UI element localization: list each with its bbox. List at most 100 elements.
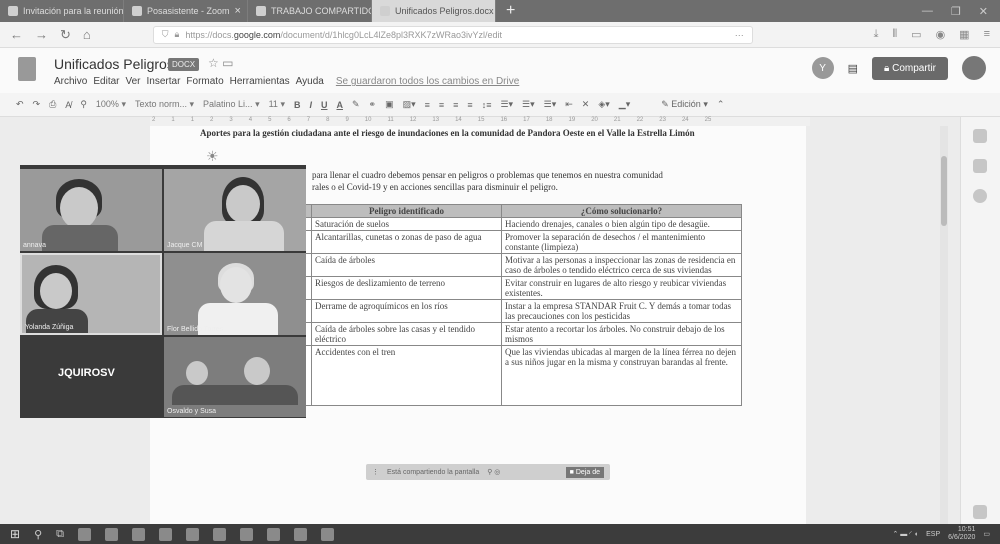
align-justify-icon[interactable]: ≡ — [467, 100, 472, 110]
app-icon[interactable] — [131, 527, 145, 541]
table-cell[interactable]: Caída de árboles — [311, 253, 502, 277]
browser-tab-drive[interactable]: TRABAJO COMPARTIDO TALLE…× — [248, 0, 372, 22]
download-icon[interactable]: ⤓ — [874, 28, 879, 41]
align-left-icon[interactable]: ≡ — [425, 100, 430, 110]
video-tile[interactable]: Jacque CM — [164, 169, 306, 251]
underline-icon[interactable]: U — [321, 100, 328, 110]
menu-formato[interactable]: Formato — [186, 76, 223, 87]
calendar-icon[interactable] — [973, 129, 987, 143]
table-cell[interactable]: Que las viviendas ubicadas al margen de … — [501, 345, 742, 406]
table-cell[interactable]: Accidentes con el tren — [311, 345, 502, 406]
notification-icon[interactable]: ▭ — [983, 530, 990, 538]
stop-share-button[interactable]: ■ Deja de — [565, 466, 604, 478]
fill-color-icon[interactable]: ◈▾ — [598, 99, 609, 110]
document-title[interactable]: Unificados Peligros — [54, 56, 174, 72]
table-cell[interactable]: Motivar a las personas a inspeccionar la… — [501, 253, 742, 277]
print-icon[interactable]: ⎙ — [49, 99, 56, 110]
app-icon[interactable] — [212, 527, 226, 541]
video-tile[interactable]: Osvaldo y Susa — [164, 337, 306, 417]
menu-archivo[interactable]: Archivo — [54, 76, 87, 87]
language-indicator[interactable]: ESP — [926, 531, 940, 538]
style-select[interactable]: Texto norm... ▾ — [135, 99, 194, 110]
new-tab-button[interactable]: + — [496, 2, 525, 20]
table-cell[interactable]: Estar atento a recortar los árboles. No … — [501, 322, 742, 346]
network-icon[interactable]: ⌃ ▬ ◜ ◖ — [892, 530, 918, 538]
text-color-icon[interactable]: A — [336, 100, 343, 110]
comment-add-icon[interactable]: ▣ — [385, 99, 394, 110]
saved-status[interactable]: Se guardaron todos los cambios en Drive — [336, 76, 519, 87]
menu-ayuda[interactable]: Ayuda — [296, 76, 324, 87]
account-avatar[interactable] — [962, 56, 986, 80]
address-bar[interactable]: ⛉ 🔒︎ https://docs.google.com/document/d/… — [152, 25, 753, 44]
align-center-icon[interactable]: ≡ — [439, 100, 444, 110]
video-tile-self[interactable]: JQUIROSV — [20, 337, 162, 417]
numbered-list-icon[interactable]: ☰▾ — [544, 99, 557, 110]
browser-tab-zoom[interactable]: Posasistente - Zoom × — [124, 0, 248, 22]
sidebar-icon[interactable]: ▭ — [911, 28, 921, 41]
clock[interactable]: 10:51 6/6/2020 — [948, 526, 975, 542]
table-cell[interactable]: Saturación de suelos — [311, 217, 502, 231]
italic-icon[interactable]: I — [309, 100, 312, 110]
app-icon[interactable] — [104, 527, 118, 541]
mic-icon[interactable]: ⚲ ◎ — [487, 468, 500, 476]
forward-icon[interactable]: → — [35, 27, 48, 42]
home-icon[interactable]: ⌂ — [83, 27, 91, 42]
close-window-icon[interactable]: ✕ — [979, 5, 988, 18]
link-icon[interactable]: ⚭ — [369, 99, 377, 110]
drag-handle-icon[interactable]: ⋮ — [372, 468, 379, 476]
indent-icon[interactable]: ⇤ — [565, 99, 573, 110]
zoom-select[interactable]: 100% ▾ — [96, 99, 126, 110]
reload-icon[interactable]: ↻ — [60, 27, 71, 43]
docs-logo-icon[interactable] — [18, 57, 36, 81]
redo-icon[interactable]: ↷ — [33, 99, 41, 110]
explore-icon[interactable] — [973, 505, 987, 519]
collapse-icon[interactable]: ⌃ — [717, 99, 725, 110]
star-icon[interactable]: ☆ ▭ — [208, 56, 233, 70]
app-icon[interactable] — [158, 527, 172, 541]
keep-icon[interactable] — [973, 159, 987, 173]
windows-start-icon[interactable]: ⊞ — [10, 527, 20, 541]
task-view-icon[interactable]: ⧉ — [56, 528, 64, 541]
video-tile[interactable]: Flor Bellido Torres — [164, 253, 306, 335]
search-icon[interactable]: ⚲ — [34, 528, 42, 541]
align-right-icon[interactable]: ≡ — [453, 100, 458, 110]
share-button[interactable]: 🔒︎ Compartir — [871, 56, 948, 80]
checklist-icon[interactable]: ☰▾ — [500, 99, 513, 110]
menu-icon[interactable]: ≡ — [984, 28, 990, 41]
table-cell[interactable]: Derrame de agroquímicos en los ríos — [311, 299, 502, 323]
menu-editar[interactable]: Editar — [93, 76, 119, 87]
app-icon[interactable] — [185, 527, 199, 541]
app-icon[interactable] — [293, 527, 307, 541]
back-icon[interactable]: ← — [10, 27, 23, 42]
table-cell[interactable]: Alcantarillas, cunetas o zonas de paso d… — [311, 230, 502, 254]
table-cell[interactable]: Caída de árboles sobre las casas y el te… — [311, 322, 502, 346]
menu-insertar[interactable]: Insertar — [147, 76, 181, 87]
browser-tab-invitation[interactable]: Invitación para la reunión de …× — [0, 0, 124, 22]
table-cell[interactable]: Haciendo drenajes, canales o bien algún … — [501, 217, 742, 231]
table-cell[interactable]: Instar a la empresa STANDAR Fruit C. Y d… — [501, 299, 742, 323]
font-size-select[interactable]: 11 ▾ — [269, 99, 285, 110]
scrollbar-thumb[interactable] — [941, 156, 947, 226]
spellcheck-icon[interactable]: A̸ — [65, 100, 71, 110]
maximize-icon[interactable]: ❐ — [951, 5, 961, 18]
library-icon[interactable]: ⫴ — [893, 28, 898, 41]
page-actions-icon[interactable]: ··· — [735, 30, 744, 40]
image-icon[interactable]: ▨▾ — [403, 99, 416, 110]
line-spacing-icon[interactable]: ↕≡ — [482, 100, 492, 110]
menu-herramientas[interactable]: Herramientas — [230, 76, 290, 87]
account-icon[interactable]: ◉ — [936, 28, 946, 41]
extension-icon[interactable]: ▦ — [959, 28, 969, 41]
clear-format-icon[interactable]: ✕ — [582, 99, 590, 110]
font-select[interactable]: Palatino Li... ▾ — [203, 99, 260, 110]
browser-tab-docs[interactable]: Unificados Peligros.docx - Doc…× — [372, 0, 496, 22]
bulleted-list-icon[interactable]: ☰▾ — [522, 99, 535, 110]
app-icon[interactable] — [239, 527, 253, 541]
paint-format-icon[interactable]: ⚲ — [80, 99, 87, 110]
highlight-icon[interactable]: ✎ — [352, 99, 360, 110]
undo-icon[interactable]: ↶ — [16, 99, 24, 110]
user-avatar-y[interactable]: Y — [811, 57, 834, 79]
close-icon[interactable]: × — [235, 5, 241, 17]
tasks-icon[interactable] — [973, 189, 987, 203]
menu-ver[interactable]: Ver — [125, 76, 140, 87]
table-cell[interactable]: Promover la separación de desechos / el … — [501, 230, 742, 254]
